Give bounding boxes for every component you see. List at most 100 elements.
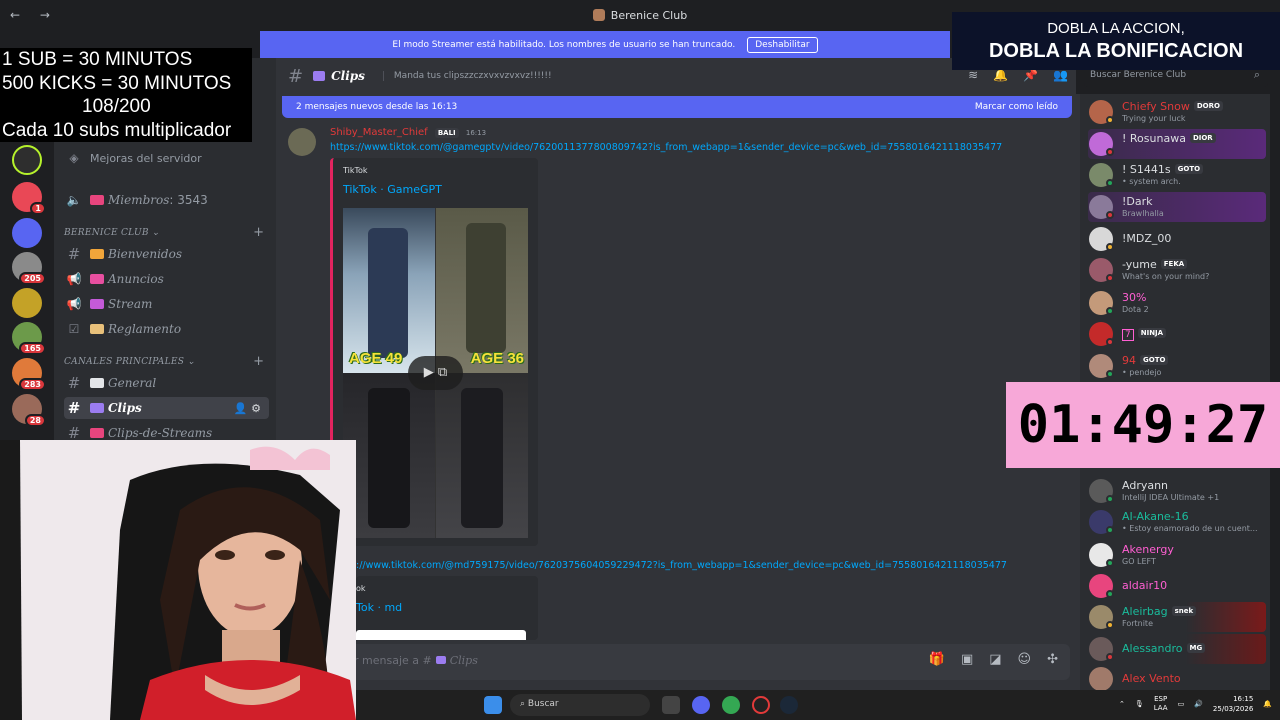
member-name: !MDZ_00 [1122, 232, 1172, 245]
bell-icon[interactable]: 🔔 [993, 68, 1008, 82]
member-item[interactable]: ! Rosunawa DIOR [1088, 129, 1266, 159]
rules-icon: ☑ [68, 322, 80, 336]
status-dot [1106, 211, 1114, 219]
emoji-icon[interactable]: ☺ [1018, 652, 1032, 667]
settings-icon[interactable]: 👤 ⚙ [234, 402, 261, 415]
taskbar-search[interactable]: ⌕ Buscar [510, 694, 650, 716]
member-item[interactable]: 94 GOTO • pendejo [1088, 351, 1266, 381]
status-dot [1106, 148, 1114, 156]
server-icon-5[interactable] [12, 288, 42, 318]
member-item[interactable]: !MDZ_00 [1088, 224, 1266, 254]
members-channel-label: Miembros [108, 193, 170, 207]
channel-general[interactable]: # General [64, 372, 269, 394]
server-icon-3[interactable] [12, 218, 42, 248]
message-author[interactable]: Shiby_Master_Chief BALI 16:13 [330, 127, 486, 138]
member-item[interactable]: Alessandro MG [1088, 634, 1266, 664]
member-list-icon[interactable]: 👥 [1053, 68, 1068, 82]
category-canales-principales[interactable]: CANALES PRINCIPALES ⌄ [64, 357, 195, 367]
member-item[interactable]: ! S1441s GOTO • system arch. [1088, 160, 1266, 190]
member-item[interactable]: Adryann IntelliJ IDEA Ultimate +1 [1088, 476, 1266, 506]
steam-icon[interactable] [780, 696, 798, 714]
member-item[interactable]: Chiefy Snow DORO Trying your luck [1088, 97, 1266, 127]
channel-label: General [108, 376, 157, 390]
member-item[interactable]: -yume FEKA What's on your mind? [1088, 255, 1266, 285]
server-icon-2[interactable]: 1 [12, 182, 46, 215]
avatar[interactable] [288, 128, 316, 156]
message-input[interactable]: r mensaje a # Clips 🎁 ▣ ◪ ☺ ✣ [346, 644, 1070, 680]
channel-stream[interactable]: 📢 Stream [64, 293, 269, 315]
channel-reglamento[interactable]: ☑ Reglamento [64, 318, 269, 340]
threads-icon[interactable]: ≋ [968, 68, 978, 82]
channel-bienvenidos[interactable]: # Bienvenidos [64, 243, 269, 265]
embed-title[interactable]: TikTok · GameGPT [343, 183, 442, 196]
gift-icon[interactable]: 🎁 [929, 652, 945, 667]
members-voice-channel[interactable]: 🔈 Miembros : 3543 [64, 189, 269, 211]
sticker-icon[interactable]: ◪ [989, 652, 1001, 667]
tiktok-link-2[interactable]: ://www.tiktok.com/@md759175/video/762037… [356, 560, 1007, 571]
promo-line1: DOBLA LA ACCION, [1047, 20, 1185, 37]
heart-emoji [90, 195, 104, 205]
member-item[interactable]: Alex Vento [1088, 664, 1266, 690]
gif-icon[interactable]: ▣ [961, 652, 973, 667]
member-name: aldair10 [1122, 579, 1168, 592]
channel-emoji [313, 71, 326, 81]
member-name: Alessandro MG [1122, 642, 1206, 655]
obs-icon[interactable] [752, 696, 770, 714]
member-item[interactable]: Akenergy GO LEFT [1088, 540, 1266, 570]
member-item[interactable]: !Dark Brawlhalla [1088, 192, 1266, 222]
overlay-line: 1 SUB = 30 MINUTOS [2, 49, 193, 70]
category-berenice-club[interactable]: BERENICE CLUB ⌄ [64, 228, 160, 238]
server-icon-8[interactable]: 28 [12, 394, 46, 427]
channel-topic[interactable]: Manda tus clipszzczxvxvzvxvz!!!!!! [382, 71, 552, 81]
channel-emoji [90, 249, 104, 259]
mark-read-button[interactable]: Marcar como leído [975, 102, 1058, 112]
volume-icon[interactable]: 🔊 [1194, 700, 1203, 708]
chrome-icon[interactable] [722, 696, 740, 714]
status-dot [1106, 621, 1114, 629]
new-messages-bar[interactable]: 2 mensajes nuevos desde las 16:13 Marcar… [282, 96, 1072, 118]
channel-anuncios[interactable]: 📢 Anuncios [64, 268, 269, 290]
notification-icon[interactable]: 🔔 [1263, 700, 1272, 708]
streamer-mode-text: El modo Streamer está habilitado. Los no… [392, 39, 736, 50]
member-item[interactable]: Aleirbag snek Fortnite [1088, 602, 1266, 632]
member-name: ! Rosunawa DIOR [1122, 132, 1216, 145]
clock[interactable]: 16:15 25/03/2026 [1213, 694, 1253, 714]
author-name[interactable]: Shiby_Master_Chief [330, 127, 428, 138]
input-placeholder: r mensaje a # [354, 654, 432, 667]
channel-emoji [90, 299, 104, 309]
add-channel-icon[interactable]: + [253, 225, 264, 240]
network-icon[interactable]: ▭ [1178, 700, 1185, 708]
channel-label: Clips-de-Streams [108, 426, 213, 440]
embed-title[interactable]: Tok · md [356, 601, 402, 614]
boost-icon: ◈ [69, 151, 79, 165]
embed-provider: TikTok [343, 166, 368, 175]
apps-icon[interactable]: ✣ [1047, 652, 1058, 667]
member-name: 30% [1122, 291, 1147, 304]
server-boost-item[interactable]: ◈ Mejoras del servidor [64, 147, 269, 169]
chevron-up-icon[interactable]: ⌃ [1119, 700, 1125, 708]
server-icon-4[interactable]: 205 [12, 252, 46, 285]
task-view-icon[interactable] [662, 696, 680, 714]
status-dot [1106, 653, 1114, 661]
server-icon-6[interactable]: 165 [12, 322, 46, 355]
member-name: Alex Vento [1122, 672, 1181, 685]
discord-icon[interactable] [692, 696, 710, 714]
windows-start-icon[interactable] [484, 696, 502, 714]
server-icon-1[interactable] [12, 145, 42, 175]
channel-clips[interactable]: # Clips 👤 ⚙ [64, 397, 269, 419]
chat-area: 2 mensajes nuevos desde las 16:13 Marcar… [276, 94, 1080, 690]
server-icon-7[interactable]: 283 [12, 358, 46, 391]
member-item[interactable]: AI-Akane-16 • Estoy enamorado de un cuent… [1088, 507, 1266, 537]
member-item[interactable]: 7 NINJA [1088, 319, 1266, 349]
nav-arrows[interactable]: ← → [10, 8, 58, 22]
pin-icon[interactable]: 📌 [1023, 68, 1038, 82]
add-channel-icon[interactable]: + [253, 354, 264, 369]
play-icon[interactable]: ▶ ⧉ [408, 356, 463, 390]
member-item[interactable]: 30% Dota 2 [1088, 288, 1266, 318]
mic-icon[interactable]: 🎙 [1135, 700, 1144, 708]
language-indicator[interactable]: ESP LAA [1154, 695, 1168, 713]
video-thumbnail[interactable]: AGE 49 AGE 36 ▶ ⧉ [343, 208, 528, 538]
member-item[interactable]: aldair10 [1088, 571, 1266, 601]
tiktok-link-1[interactable]: https://www.tiktok.com/@gamegptv/video/7… [330, 142, 1002, 153]
disable-streamer-button[interactable]: Deshabilitar [747, 36, 818, 53]
